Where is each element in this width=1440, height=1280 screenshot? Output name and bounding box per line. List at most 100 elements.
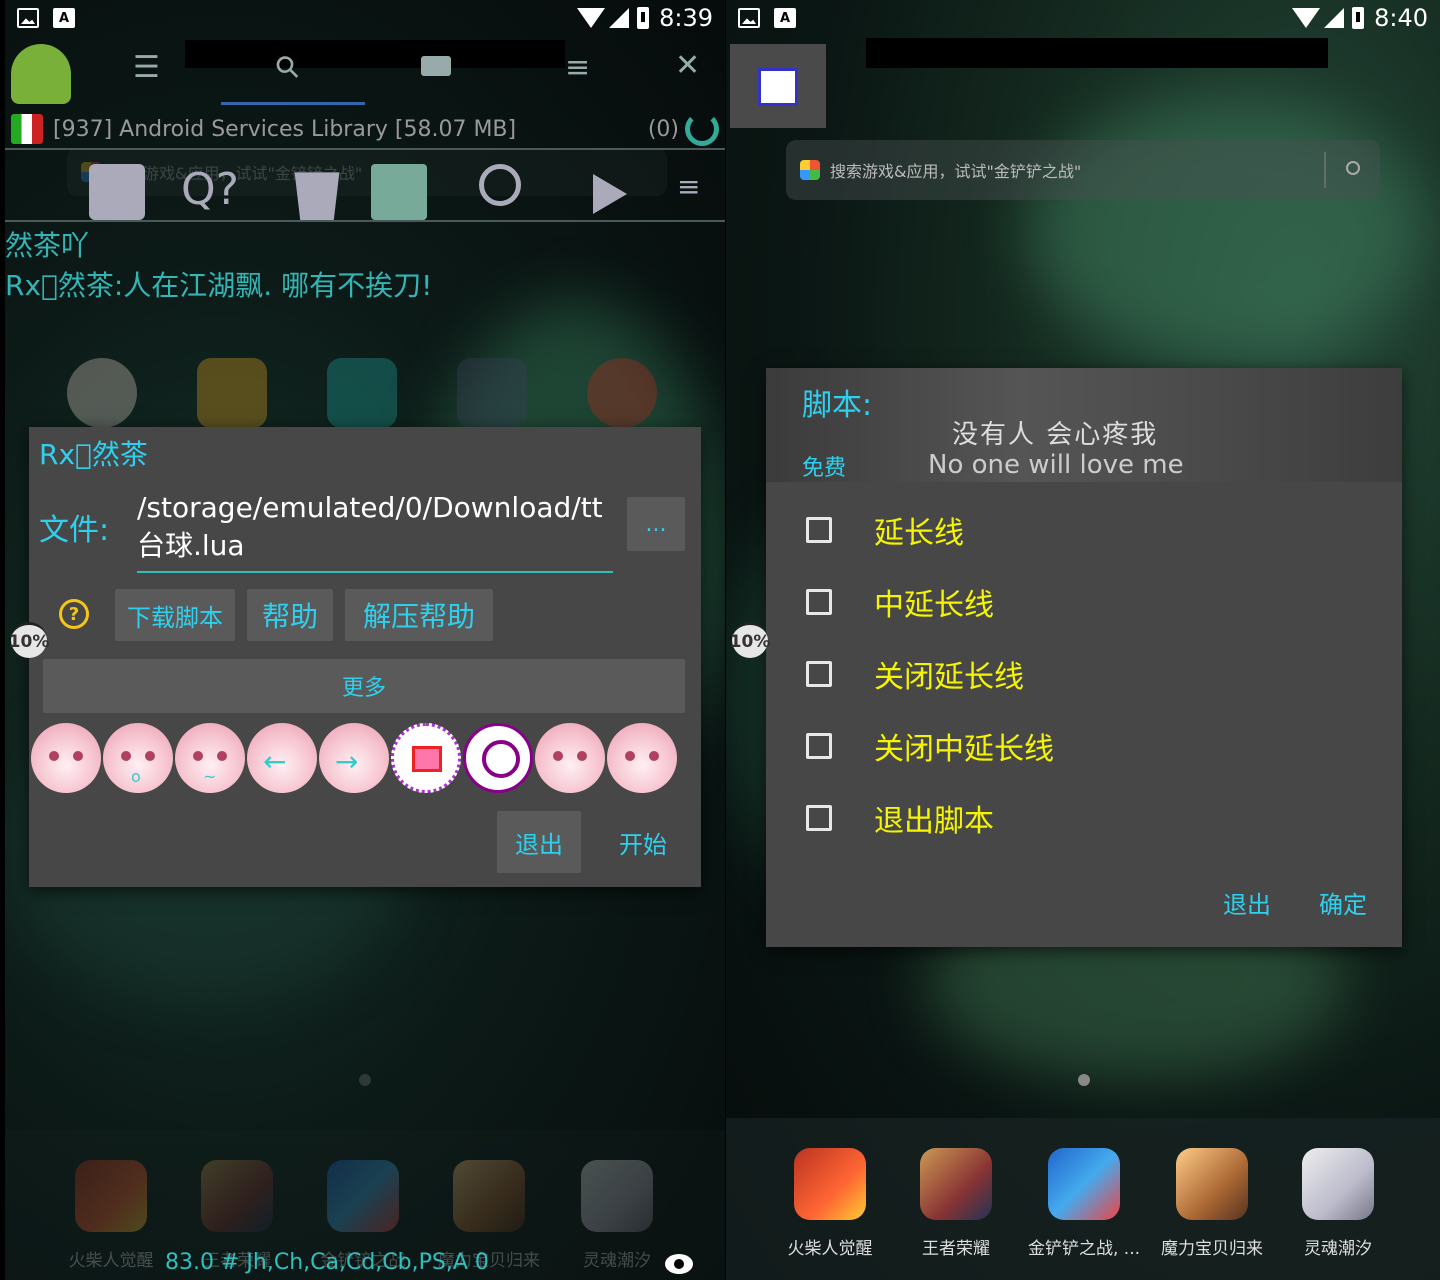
process-label: [937] Android Services Library [58.07 MB… (53, 116, 517, 142)
signal-icon (609, 8, 630, 28)
delete-icon[interactable] (294, 172, 340, 220)
refresh-icon[interactable] (685, 112, 719, 146)
battery-icon (1352, 7, 1365, 29)
gg-tool-row: Q? ≡ (5, 150, 725, 222)
checkbox[interactable] (806, 733, 832, 759)
dock-app[interactable]: 灵魂潮汐 (557, 1160, 677, 1271)
emoji-left-arrow-button[interactable]: ← (247, 723, 317, 793)
start-button[interactable]: 开始 (601, 811, 685, 873)
settings-sliders-icon[interactable]: ☰ (133, 50, 160, 85)
emoji-button[interactable]: ~ (175, 723, 245, 793)
search-bar[interactable]: 搜索游戏&应用，试试"金铲铲之战" (786, 140, 1380, 200)
checkbox[interactable] (806, 661, 832, 687)
dock-app[interactable]: 魔力宝贝归来 (1152, 1148, 1272, 1259)
wifi-icon (1292, 8, 1321, 28)
gg-floating-badge[interactable]: 10% (730, 622, 770, 658)
honor-of-kings-icon (201, 1160, 273, 1232)
browse-button[interactable]: ... (627, 497, 685, 551)
option-row[interactable]: 关闭延长线 (806, 638, 1024, 710)
crossgate-icon (453, 1160, 525, 1232)
honor-of-kings-icon (920, 1148, 992, 1220)
menu-icon[interactable]: ≡ (677, 170, 725, 226)
option-row[interactable]: 关闭中延长线 (806, 710, 1054, 782)
window-square-icon (758, 68, 798, 106)
search-tab-icon[interactable]: ⚲ (268, 47, 308, 87)
clock: 8:40 (1374, 4, 1428, 32)
list-tab-icon[interactable]: ≡ (565, 50, 590, 85)
page-indicator (1078, 1074, 1090, 1086)
process-row[interactable]: [937] Android Services Library [58.07 MB… (5, 110, 725, 150)
dock-app[interactable]: 金铲铲之战, ... (1024, 1148, 1144, 1259)
dock-app[interactable]: 火柴人觉醒 (770, 1148, 890, 1259)
emoji-button[interactable] (31, 723, 101, 793)
help-circle-icon[interactable]: ? (59, 599, 89, 629)
signal-icon (1324, 8, 1345, 28)
status-bar: A 8:40 (726, 0, 1440, 36)
banner-text-cn: 没有人 会心疼我 (952, 420, 1159, 450)
emoji-right-arrow-button[interactable]: → (319, 723, 389, 793)
a-notification-icon: A (774, 8, 796, 28)
background-app-row (67, 358, 717, 428)
emoji-row: o ~ ← → (31, 723, 679, 793)
dialog-title: Rx⃞然茶 (39, 438, 148, 471)
eye-icon[interactable] (665, 1254, 693, 1274)
dock-app[interactable]: 灵魂潮汐 (1278, 1148, 1398, 1259)
search-help-icon[interactable]: Q? (181, 164, 239, 220)
script-select-dialog: Rx⃞然茶 文件: /storage/emulated/0/Download/t… (29, 427, 701, 887)
emoji-button[interactable] (535, 723, 605, 793)
golden-spatula-icon (1048, 1148, 1120, 1220)
emoji-button[interactable]: o (103, 723, 173, 793)
gg-floating-badge[interactable]: 10% (9, 622, 49, 658)
dialog-subtitle: 免费 (802, 456, 847, 481)
process-flag-icon (11, 114, 43, 144)
unzip-help-button[interactable]: 解压帮助 (345, 589, 493, 641)
search-icon[interactable] (479, 164, 521, 206)
overlay-text: 然茶吖 Rx⃞然茶:人在江湖飘. 哪有不挨刀! (5, 229, 433, 302)
stickman-game-icon (75, 1160, 147, 1232)
right-phone-screen: A 8:40 搜索游戏&应用，试试"金铲铲之战" 脚本: 免费 没有人 会心疼我… (726, 0, 1440, 1280)
stickman-game-icon (794, 1148, 866, 1220)
close-icon[interactable]: ✕ (675, 48, 700, 83)
script-overlay-window[interactable] (730, 44, 826, 128)
checkbox[interactable] (806, 517, 832, 543)
download-script-button[interactable]: 下载脚本 (115, 589, 235, 641)
camera-tab-icon[interactable] (421, 56, 451, 76)
soul-tide-icon (581, 1160, 653, 1232)
select-area-icon[interactable] (391, 723, 461, 793)
checkbox[interactable] (806, 805, 832, 831)
image-notification-icon (738, 8, 760, 28)
battery-icon (637, 7, 650, 29)
crossgate-icon (1176, 1148, 1248, 1220)
status-bar: A 8:39 (5, 0, 725, 36)
clock: 8:39 (659, 4, 713, 32)
gem-icon (800, 160, 820, 180)
file-label: 文件: (39, 513, 110, 548)
dialog-title: 脚本: (802, 388, 873, 423)
option-row[interactable]: 中延长线 (806, 566, 994, 638)
result-count: (0) (647, 116, 679, 142)
more-button[interactable]: 更多 (43, 659, 685, 713)
option-row[interactable]: 延长线 (806, 494, 964, 566)
search-icon[interactable] (1346, 161, 1360, 175)
dock-app[interactable]: 王者荣耀 (896, 1148, 1016, 1259)
save-icon[interactable] (89, 164, 145, 220)
play-icon[interactable] (593, 174, 627, 214)
checkbox[interactable] (806, 589, 832, 615)
history-clock-icon[interactable] (463, 723, 533, 793)
banner-text-en: No one will love me (928, 450, 1184, 480)
exit-button[interactable]: 退出 (1202, 874, 1292, 930)
exit-button[interactable]: 退出 (497, 811, 581, 873)
file-path-input[interactable]: /storage/emulated/0/Download/tt台球.lua (137, 489, 613, 573)
soul-tide-icon (1302, 1148, 1374, 1220)
script-options-dialog: 脚本: 免费 没有人 会心疼我 No one will love me 延长线 … (766, 368, 1402, 947)
app-dock: 火柴人觉醒 王者荣耀 金铲铲之战, ... 魔力宝贝归来 灵魂潮汐 (726, 1118, 1440, 1280)
gg-bottom-status: 83.0 # Jh,Ch,Ca,Cd,Cb,PS,A 0 (165, 1250, 489, 1275)
option-row[interactable]: 退出脚本 (806, 782, 994, 854)
android-logo-icon (11, 44, 71, 104)
emoji-button[interactable] (607, 723, 677, 793)
edit-icon[interactable] (371, 164, 427, 220)
dock-app[interactable]: 火柴人觉醒 (51, 1160, 171, 1271)
golden-spatula-icon (327, 1160, 399, 1232)
ok-button[interactable]: 确定 (1298, 874, 1388, 930)
help-button[interactable]: 帮助 (247, 589, 333, 641)
